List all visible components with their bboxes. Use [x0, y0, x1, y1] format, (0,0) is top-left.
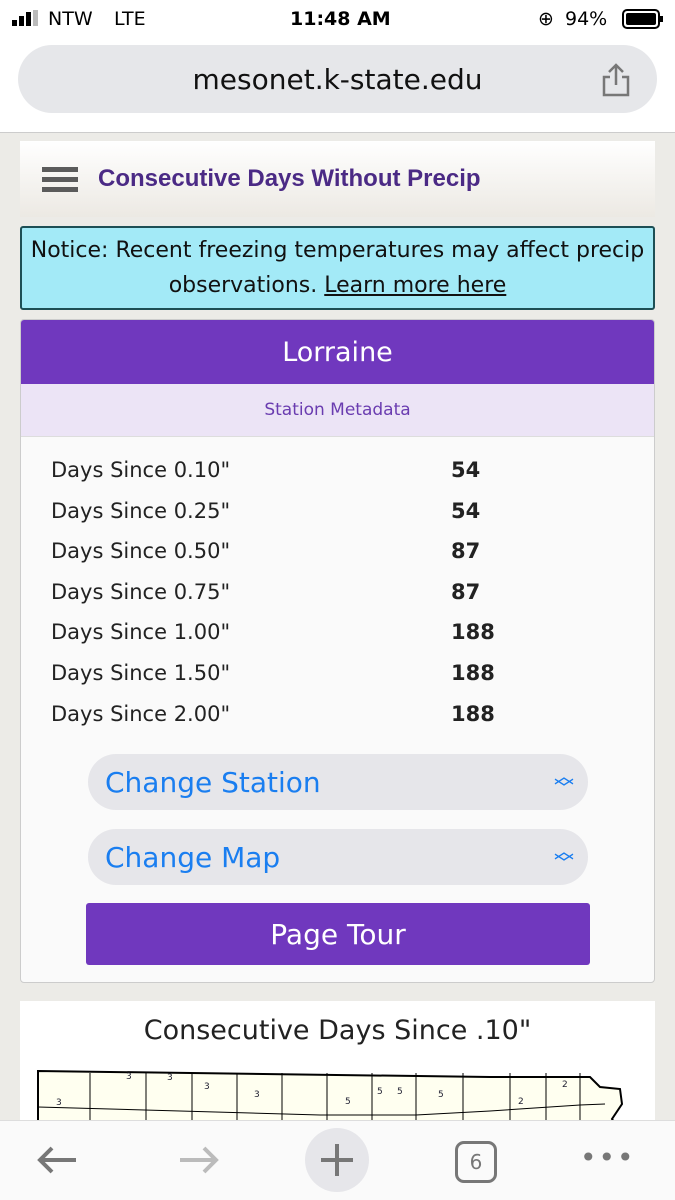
table-row: Days Since 0.10" 54 — [51, 458, 480, 482]
change-map-label: Change Map — [105, 840, 281, 874]
tabs-button[interactable]: 6 — [455, 1141, 497, 1183]
row-value: 54 — [451, 498, 481, 523]
battery-icon — [622, 9, 663, 29]
status-bar: NTW LTE 11:48 AM ⊕ 94% — [0, 0, 675, 38]
chevron-up-down-icon: ︿ ﹀ — [554, 839, 574, 875]
chevron-up-down-icon: ︿ ﹀ — [554, 764, 574, 800]
county-value-label: 2 — [562, 1080, 568, 1090]
table-row: Days Since 0.50" 87 — [51, 539, 480, 564]
back-arrow-icon[interactable] — [36, 1145, 80, 1175]
table-row: Days Since 2.00" 188 — [51, 701, 495, 726]
browser-toolbar: 6 ••• — [0, 1120, 675, 1200]
signal-icon — [12, 10, 38, 26]
url-bar[interactable]: mesonet.k-state.edu — [18, 45, 657, 113]
learn-more-link[interactable]: Learn more here — [324, 273, 506, 298]
row-value: 87 — [451, 539, 481, 564]
table-row: Days Since 0.25" 54 — [51, 498, 480, 523]
county-value-label: 5 — [377, 1087, 383, 1097]
county-value-label: 5 — [438, 1090, 444, 1100]
page-content: Consecutive Days Without Precip Notice: … — [0, 132, 675, 1122]
url-text: mesonet.k-state.edu — [192, 62, 483, 96]
row-value: 188 — [451, 661, 495, 685]
change-map-select[interactable]: Change Map ︿ ﹀ — [88, 829, 588, 885]
carrier: NTW — [48, 8, 93, 30]
page-tour-button[interactable]: Page Tour — [86, 903, 590, 965]
rotation-lock-icon: ⊕ — [538, 8, 554, 30]
table-row: Days Since 0.75" 87 — [51, 579, 480, 604]
county-value-label: 5 — [345, 1097, 351, 1107]
more-icon[interactable]: ••• — [580, 1141, 636, 1174]
map-section: Consecutive Days Since .10" 3 3 3 3 3 5 5 5 5 2 2 — [20, 1001, 655, 1122]
share-icon[interactable] — [601, 63, 631, 97]
page-title: Consecutive Days Without Precip — [98, 165, 481, 192]
change-station-label: Change Station — [105, 765, 321, 799]
county-value-label: 5 — [397, 1087, 403, 1097]
county-value-label: 2 — [518, 1097, 524, 1107]
county-value-label: 3 — [204, 1082, 210, 1092]
county-value-label: 3 — [167, 1073, 173, 1083]
network: LTE — [114, 8, 146, 30]
forward-arrow-icon[interactable] — [176, 1145, 220, 1175]
row-label: Days Since 2.00" — [51, 701, 231, 726]
row-label: Days Since 1.50" — [51, 661, 231, 685]
county-value-label: 3 — [56, 1098, 62, 1108]
station-name: Lorraine — [21, 320, 654, 384]
map-title: Consecutive Days Since .10" — [143, 1015, 532, 1046]
new-tab-button[interactable] — [305, 1128, 369, 1192]
table-row: Days Since 1.00" 188 — [51, 620, 495, 645]
county-value-label: 3 — [254, 1090, 260, 1100]
row-value: 188 — [451, 701, 495, 726]
row-value: 188 — [451, 620, 495, 645]
table-row: Days Since 1.50" 188 — [51, 661, 495, 685]
row-label: Days Since 0.50" — [51, 539, 231, 564]
station-card: Lorraine Station Metadata Days Since 0.1… — [20, 319, 655, 983]
row-label: Days Since 1.00" — [51, 620, 231, 645]
station-metadata-link[interactable]: Station Metadata — [21, 384, 654, 437]
clock: 11:48 AM — [290, 8, 391, 30]
page-header: Consecutive Days Without Precip — [20, 141, 655, 217]
change-station-select[interactable]: Change Station ︿ ﹀ — [88, 754, 588, 810]
row-label: Days Since 0.75" — [51, 579, 231, 604]
row-value: 54 — [451, 458, 481, 482]
row-label: Days Since 0.25" — [51, 498, 231, 523]
plus-icon — [321, 1144, 353, 1176]
battery-percent: 94% — [565, 8, 608, 30]
county-value-label: 3 — [126, 1072, 132, 1082]
row-value: 87 — [451, 579, 481, 604]
notice-banner: Notice: Recent freezing temperatures may… — [20, 226, 655, 310]
row-label: Days Since 0.10" — [51, 458, 231, 482]
kansas-county-map[interactable]: 3 3 3 3 3 5 5 5 5 2 2 — [20, 1059, 655, 1122]
hamburger-menu-icon[interactable] — [42, 162, 78, 197]
